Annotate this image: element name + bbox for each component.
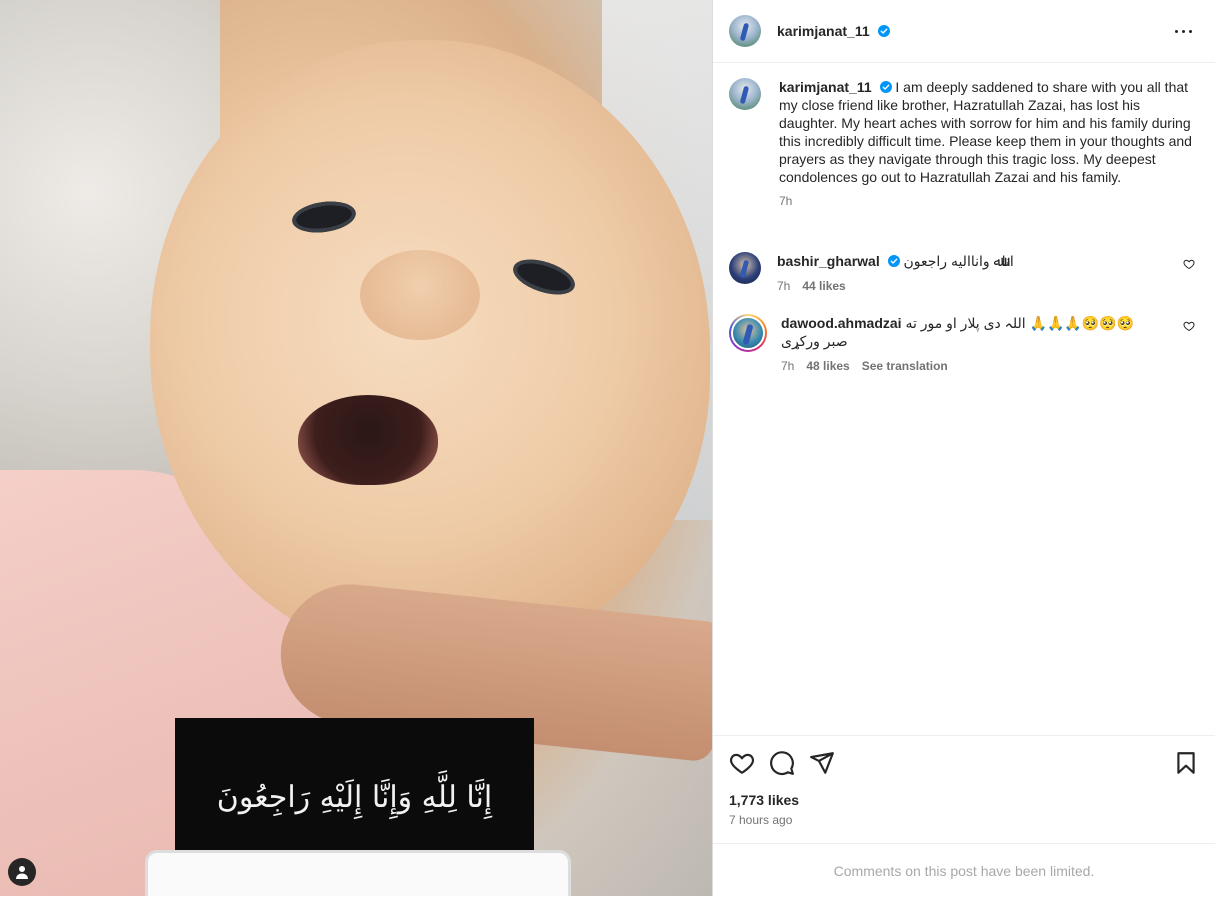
comment-line: dawood.ahmadzai 🥺🥺🥺🙏🙏🙏 اللہ دی پلار او م…: [781, 314, 1161, 350]
caption-username[interactable]: karimjanat_11: [779, 79, 872, 95]
baby-nose: [360, 250, 480, 340]
share-icon[interactable]: [809, 750, 835, 776]
comment-body: bashir_gharwal اناﷲ واناالیه راجعون 7h 4…: [777, 252, 1157, 295]
commenter-username[interactable]: dawood.ahmadzai: [781, 315, 902, 331]
baby-mouth: [298, 395, 438, 485]
comments-section[interactable]: karimjanat_11 I am deeply saddened to sh…: [713, 62, 1215, 734]
comment-icon[interactable]: [769, 750, 795, 776]
instagram-post: إِنَّا لِلَّهِ وَإِنَّا إِلَيْهِ رَاجِعُ…: [0, 0, 1215, 896]
verified-badge-icon: [877, 25, 890, 37]
comment-time[interactable]: 7h: [777, 277, 790, 295]
author-username[interactable]: karimjanat_11: [777, 23, 890, 39]
overlay-bubble: [145, 850, 571, 896]
commenter-username[interactable]: bashir_gharwal: [777, 253, 880, 269]
dot: [1174, 29, 1178, 33]
like-count[interactable]: 1,773 likes: [729, 792, 799, 808]
dot: [1181, 29, 1185, 33]
comment-item: dawood.ahmadzai 🥺🥺🥺🙏🙏🙏 اللہ دی پلار او م…: [729, 314, 1199, 375]
post-image[interactable]: إِنَّا لِلَّهِ وَإِنَّا إِلَيْهِ رَاجِعُ…: [0, 0, 712, 896]
caption-body: karimjanat_11 I am deeply saddened to sh…: [779, 78, 1199, 210]
commenter-avatar: [731, 316, 765, 350]
baby-face: [150, 40, 710, 660]
verified-badge-icon: [887, 255, 900, 267]
author-avatar[interactable]: [729, 15, 761, 47]
comment-like-heart-icon[interactable]: [1183, 320, 1195, 332]
author-username-text[interactable]: karimjanat_11: [777, 23, 870, 39]
comment-item: bashir_gharwal اناﷲ واناالیه راجعون 7h 4…: [729, 252, 1199, 295]
bookmark-icon[interactable]: [1173, 750, 1199, 776]
comments-limited-notice: Comments on this post have been limited.: [713, 843, 1215, 897]
user-silhouette-icon: [16, 866, 28, 879]
verified-badge-icon: [879, 81, 892, 93]
more-options-icon[interactable]: [1171, 19, 1195, 43]
comment-text: اناﷲ واناالیه راجعون: [903, 253, 1014, 269]
commenter-avatar[interactable]: [729, 252, 761, 284]
comment-likes[interactable]: 48 likes: [806, 357, 849, 375]
action-icons: [729, 748, 1199, 778]
comment-time[interactable]: 7h: [781, 357, 794, 375]
heart-icon[interactable]: [729, 750, 755, 776]
post-header: karimjanat_11: [713, 0, 1215, 63]
user-tag-icon[interactable]: [8, 858, 36, 886]
dot: [1188, 29, 1192, 33]
comment-like-heart-icon[interactable]: [1183, 258, 1195, 270]
comment-line: bashir_gharwal اناﷲ واناالیه راجعون: [777, 252, 1157, 270]
post-sidebar: karimjanat_11 karimjanat_11 I am deeply …: [712, 0, 1215, 896]
post-actions: 1,773 likes 7 hours ago: [713, 735, 1215, 844]
see-translation-link[interactable]: See translation: [862, 357, 948, 375]
comment-likes[interactable]: 44 likes: [802, 277, 845, 295]
caption-time[interactable]: 7h: [779, 192, 1199, 210]
comment-meta: 7h 44 likes: [777, 277, 1157, 295]
comment-body: dawood.ahmadzai 🥺🥺🥺🙏🙏🙏 اللہ دی پلار او م…: [781, 314, 1161, 375]
commenter-avatar-story-ring[interactable]: [729, 314, 767, 352]
overlay-text: إِنَّا لِلَّهِ وَإِنَّا إِلَيْهِ رَاجِعُ…: [216, 780, 493, 815]
caption-author-avatar[interactable]: [729, 78, 761, 110]
post-timestamp[interactable]: 7 hours ago: [729, 813, 792, 827]
post-caption: karimjanat_11 I am deeply saddened to sh…: [729, 78, 1199, 210]
comment-meta: 7h 48 likes See translation: [781, 357, 1161, 375]
